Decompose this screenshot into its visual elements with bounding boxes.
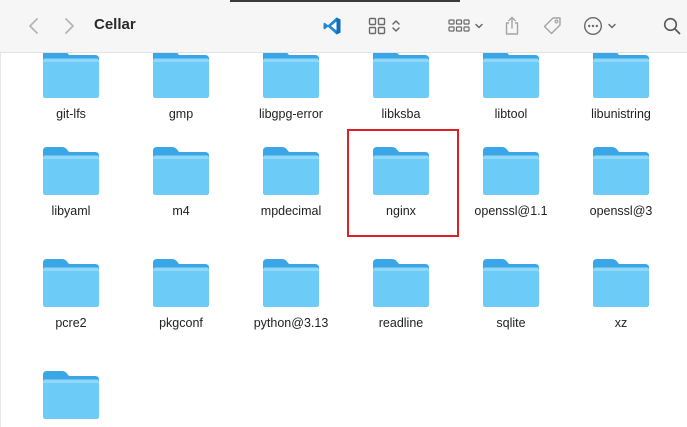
folder-icon xyxy=(263,53,319,98)
folder-icon xyxy=(593,53,649,98)
forward-button[interactable] xyxy=(57,12,81,40)
folder-icon xyxy=(43,147,99,195)
folder-icon xyxy=(373,259,429,307)
chevron-right-icon xyxy=(65,18,74,34)
back-button[interactable] xyxy=(22,12,46,40)
vscode-icon xyxy=(323,17,341,35)
icon-grid: git-lfs gmp libgpg-error libksba libtool libu… xyxy=(0,53,687,427)
selection-highlight xyxy=(347,129,459,237)
folder-item[interactable]: libunistring xyxy=(566,53,676,121)
folder-item[interactable]: pcre2 xyxy=(16,257,126,330)
search-button[interactable] xyxy=(660,13,684,39)
tag-button[interactable] xyxy=(539,13,565,39)
folder-label: libgpg-error xyxy=(259,107,323,121)
tag-icon xyxy=(543,17,561,35)
folder-item[interactable]: git-lfs xyxy=(16,53,126,121)
window-top-edge xyxy=(230,0,460,2)
group-by-button[interactable] xyxy=(446,13,486,39)
share-button[interactable] xyxy=(500,13,524,39)
finder-toolbar: Cellar xyxy=(0,0,687,53)
chevron-down-icon xyxy=(475,23,483,29)
folder-item[interactable]: xz xyxy=(566,257,676,330)
folder-item[interactable] xyxy=(16,369,126,427)
folder-item[interactable]: openssl@1.1 xyxy=(456,145,566,218)
folder-label: pcre2 xyxy=(55,316,87,330)
folder-item[interactable]: libgpg-error xyxy=(236,53,346,121)
folder-label: gmp xyxy=(168,107,194,121)
folder-icon xyxy=(483,259,539,307)
share-icon xyxy=(505,16,519,35)
folder-item[interactable]: pkgconf xyxy=(126,257,236,330)
folder-item[interactable]: gmp xyxy=(126,53,236,121)
more-actions-icon xyxy=(583,16,603,36)
chevron-down-icon xyxy=(608,23,616,29)
folder-item[interactable]: mpdecimal xyxy=(236,145,346,218)
folder-label: sqlite xyxy=(496,316,526,330)
chevron-left-icon xyxy=(29,18,38,34)
folder-icon xyxy=(263,259,319,307)
folder-item[interactable]: openssl@3 xyxy=(566,145,676,218)
folder-icon xyxy=(43,371,99,419)
chevron-up-down-icon xyxy=(391,20,400,32)
folder-label: m4 xyxy=(172,204,190,218)
view-mode-button[interactable] xyxy=(364,13,404,39)
folder-icon xyxy=(483,53,539,98)
folder-item[interactable]: readline xyxy=(346,257,456,330)
window-title: Cellar xyxy=(94,16,136,33)
folder-label: openssl@1.1 xyxy=(474,204,548,218)
search-icon xyxy=(663,17,681,35)
folder-icon xyxy=(43,53,99,98)
folder-icon xyxy=(593,147,649,195)
folder-icon xyxy=(153,147,209,195)
folder-label: libyaml xyxy=(51,204,91,218)
folder-label: readline xyxy=(378,316,424,330)
group-by-icon xyxy=(448,19,470,32)
more-actions-button[interactable] xyxy=(580,13,620,39)
icon-grid-view-icon xyxy=(368,17,385,35)
folder-icon xyxy=(593,259,649,307)
folder-item[interactable]: python@3.13 xyxy=(236,257,346,330)
folder-item[interactable]: libyaml xyxy=(16,145,126,218)
folder-item[interactable]: libtool xyxy=(456,53,566,121)
folder-icon xyxy=(153,259,209,307)
folder-label: libtool xyxy=(494,107,528,121)
folder-label: mpdecimal xyxy=(260,204,322,218)
folder-icon xyxy=(373,53,429,98)
folder-item[interactable]: libksba xyxy=(346,53,456,121)
folder-label: pkgconf xyxy=(159,316,203,330)
folder-icon xyxy=(483,147,539,195)
folder-label: python@3.13 xyxy=(253,316,329,330)
folder-label: git-lfs xyxy=(56,107,86,121)
folder-icon xyxy=(43,259,99,307)
folder-label: libunistring xyxy=(591,107,651,121)
folder-icon xyxy=(263,147,319,195)
folder-item[interactable]: sqlite xyxy=(456,257,566,330)
folder-label: xz xyxy=(614,316,628,330)
vscode-app-button[interactable] xyxy=(320,13,344,39)
folder-label: libksba xyxy=(381,107,421,121)
folder-label: openssl@3 xyxy=(589,204,653,218)
folder-item[interactable]: m4 xyxy=(126,145,236,218)
folder-icon xyxy=(153,53,209,98)
